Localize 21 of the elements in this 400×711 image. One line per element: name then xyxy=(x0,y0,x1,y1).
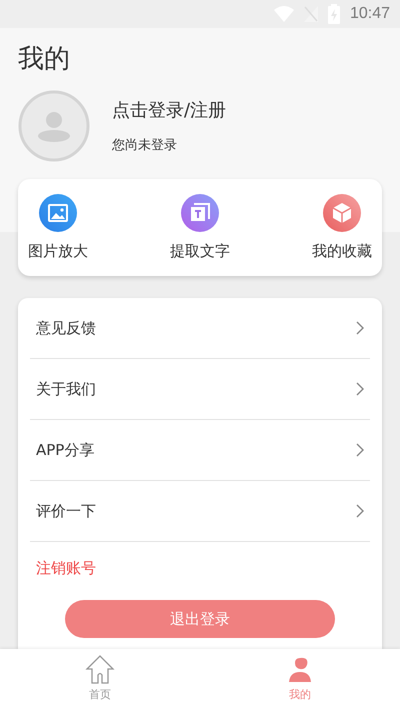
shortcut-label[interactable]: 图片放大 xyxy=(28,242,88,261)
menu-item[interactable]: 评价一下 xyxy=(36,502,96,520)
chevron-right-icon xyxy=(356,321,364,335)
clock-time: 10:47 xyxy=(350,5,390,23)
page-title: 我的 xyxy=(18,43,71,76)
menu-item[interactable]: 意见反馈 xyxy=(36,318,96,338)
cube-icon[interactable] xyxy=(323,194,361,232)
login-status: 您尚未登录 xyxy=(112,137,178,154)
text-icon[interactable] xyxy=(181,194,219,232)
login-link[interactable]: 点击登录/注册 xyxy=(112,98,226,122)
shortcut-label[interactable]: 提取文字 xyxy=(170,242,230,261)
chevron-right-icon xyxy=(356,382,364,396)
shortcut-label[interactable]: 我的收藏 xyxy=(312,242,372,261)
menu-item[interactable]: APP分享 xyxy=(36,440,94,460)
chevron-right-icon xyxy=(356,504,364,518)
menu-item[interactable]: 注销账号 xyxy=(36,558,96,578)
battery-icon xyxy=(328,4,340,24)
menu-item[interactable]: 关于我们 xyxy=(36,380,96,398)
home-icon[interactable] xyxy=(85,655,115,685)
chevron-right-icon xyxy=(356,443,364,457)
image-icon[interactable] xyxy=(39,194,77,232)
